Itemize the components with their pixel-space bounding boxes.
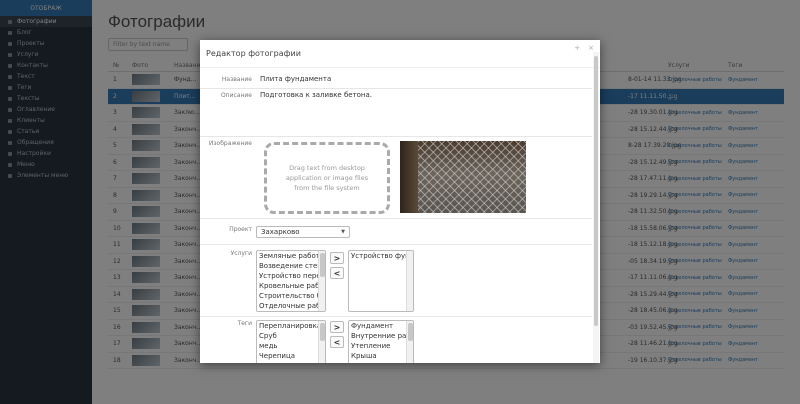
list-item[interactable]: Внутренние работы [349,331,413,341]
image-dropzone[interactable]: Drag text from desktop application or im… [264,142,390,214]
list-item[interactable]: Возведение стен [257,261,325,271]
list-item[interactable]: медь [257,341,325,351]
services-add-button[interactable]: > [330,252,344,264]
list-item[interactable]: Фундамент [349,321,413,331]
description-label: Описание [220,92,252,99]
services-label: Услуги [230,250,252,257]
image-row: Изображение [200,140,592,152]
project-value: Захарково [261,228,300,236]
chevron-down-icon: ▼ [341,229,345,235]
services-selected-list[interactable]: Устройство фунда [348,250,414,312]
divider [200,88,592,89]
divider [200,244,592,245]
tags-available-list[interactable]: ПерепланировкаСрубмедьЧерепицаМеталлочер… [256,320,326,363]
photo-preview [400,141,526,213]
description-field[interactable]: Подготовка к заливке бетона. [260,91,372,99]
divider [200,136,592,137]
modal-scrollbar[interactable] [593,52,599,363]
modal-title: Редактор фотографии [200,40,600,68]
list-item[interactable]: Земляные работы [257,251,325,261]
list-item[interactable]: Крыша [349,351,413,361]
modal-controls: + × [574,44,594,52]
list-item[interactable]: Перепланировка [257,321,325,331]
description-row: Описание Подготовка к заливке бетона. [200,90,592,134]
project-select[interactable]: Захарково ▼ [256,226,350,238]
photo-editor-modal: Редактор фотографии + × Название Плита ф… [200,40,600,363]
list-item[interactable]: Сруб [257,331,325,341]
expand-icon[interactable]: + [574,44,580,52]
project-label: Проект [229,226,252,233]
list-item[interactable]: Кровельные работы [257,281,325,291]
list-item[interactable]: Отделка [349,361,413,363]
tags-remove-button[interactable]: < [330,336,344,348]
close-icon[interactable]: × [588,44,594,52]
services-remove-button[interactable]: < [330,267,344,279]
dropzone-text: Drag text from desktop application or im… [285,164,369,192]
divider [200,316,592,317]
tags-selected-list[interactable]: ФундаментВнутренние работыУтеплениеКрыша… [348,320,414,363]
list-item[interactable]: Строительство ба [257,291,325,301]
divider [200,218,592,219]
tags-label: Теги [237,320,252,327]
image-label: Изображение [208,140,252,147]
list-item[interactable]: Устройство перекр [257,271,325,281]
services-available-list[interactable]: Земляные работы Возведение стен Устройство… [256,250,326,312]
name-row: Название Плита фундамента [200,74,592,86]
list-item[interactable]: Черепица [257,351,325,361]
list-item[interactable]: Устройство фунда [349,251,413,261]
list-item[interactable]: Металлочерепица [257,361,325,363]
list-item[interactable]: Отделочные работы [257,301,325,311]
list-item[interactable]: Утепление [349,341,413,351]
modal-body: Название Плита фундамента Описание Подго… [200,68,592,363]
name-label: Название [221,76,252,83]
tags-add-button[interactable]: > [330,321,344,333]
name-field[interactable]: Плита фундамента [260,75,331,83]
